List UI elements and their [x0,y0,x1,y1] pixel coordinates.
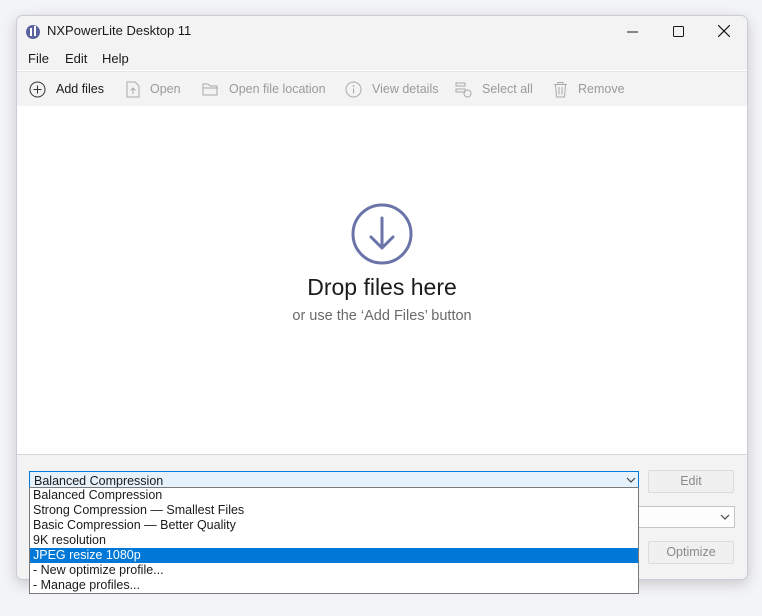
profile-option[interactable]: Strong Compression — Smallest Files [30,503,638,518]
view-details-button[interactable]: View details [345,72,438,106]
optimize-button[interactable]: Optimize [648,541,734,564]
manage-profiles-option[interactable]: - Manage profiles... [30,578,638,593]
maximize-button[interactable] [655,16,701,46]
close-icon [718,25,730,37]
add-files-label: Add files [56,82,104,96]
profile-dropdown-list: Balanced Compression Strong Compression … [29,487,639,594]
select-all-icon [455,82,472,97]
profile-option-highlighted[interactable]: JPEG resize 1080p [30,548,638,563]
open-file-location-label: Open file location [229,82,326,96]
chevron-down-icon [720,514,730,520]
minimize-button[interactable] [609,16,655,46]
menu-help[interactable]: Help [102,51,129,66]
remove-label: Remove [578,82,625,96]
title-bar: NXPowerLite Desktop 11 [17,16,747,46]
download-arrow-icon [351,203,413,265]
add-circle-icon [29,81,46,97]
select-all-label: Select all [482,82,533,96]
nxpowerlite-logo-icon [26,25,40,39]
chevron-down-icon [626,477,636,483]
open-file-location-button[interactable]: Open file location [202,72,326,106]
drop-subtitle: or use the ‘Add Files’ button [292,308,472,324]
open-file-icon [126,81,140,97]
profile-selected-value: Balanced Compression [34,474,164,488]
open-label: Open [150,82,181,96]
new-profile-option[interactable]: - New optimize profile... [30,563,638,578]
edit-button[interactable]: Edit [648,470,734,493]
drop-zone[interactable]: Drop files here or use the ‘Add Files’ b… [17,106,747,454]
drop-title: Drop files here [307,274,457,300]
menu-edit[interactable]: Edit [65,51,87,66]
profile-option[interactable]: Basic Compression — Better Quality [30,518,638,533]
folder-icon [202,83,218,96]
open-button[interactable]: Open [126,72,181,106]
view-details-label: View details [372,82,439,96]
info-icon [345,81,362,97]
minimize-icon [626,31,638,32]
menu-bar: File Edit Help [17,46,747,70]
trash-icon [554,81,567,97]
close-button[interactable] [701,16,747,46]
secondary-select[interactable] [629,506,735,528]
add-files-button[interactable]: Add files [29,72,104,106]
profile-option[interactable]: Balanced Compression [30,488,638,503]
profile-option[interactable]: 9K resolution [30,533,638,548]
menu-file[interactable]: File [28,51,49,66]
maximize-icon [672,25,684,37]
toolbar: Add files Open Open file location View d… [17,71,747,107]
window-title: NXPowerLite Desktop 11 [47,23,192,38]
select-all-button[interactable]: Select all [455,72,533,106]
remove-button[interactable]: Remove [553,72,625,106]
